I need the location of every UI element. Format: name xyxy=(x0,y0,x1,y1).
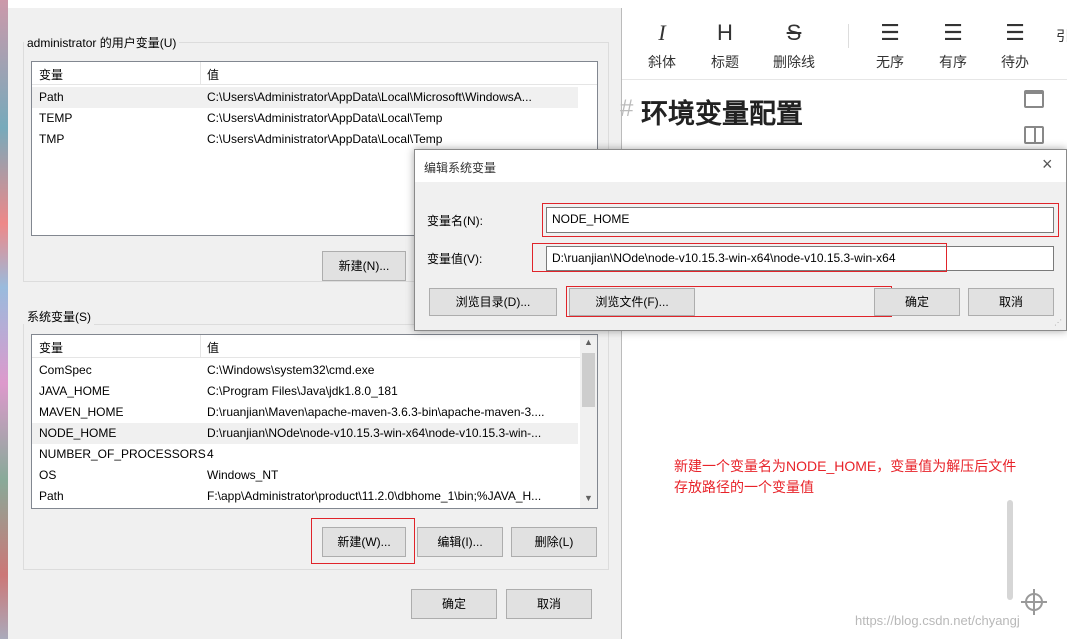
editor-scrollbar[interactable] xyxy=(1007,500,1013,600)
unordered-list-tool[interactable]: ☰ 无序 xyxy=(870,20,910,72)
var-name: JAVA_HOME xyxy=(39,384,110,398)
split-view-icon-divider xyxy=(1034,128,1036,142)
var-name: Path xyxy=(39,90,64,104)
var-name: MAVEN_HOME xyxy=(39,405,124,419)
strikethrough-icon: S xyxy=(786,20,802,45)
ok-button[interactable]: 确定 xyxy=(874,288,960,316)
list-header: 变量 值 xyxy=(32,335,597,358)
var-value: Windows_NT xyxy=(207,468,279,482)
system-delete-button[interactable]: 删除(L) xyxy=(511,527,597,557)
table-row[interactable]: NUMBER_OF_PROCESSORS 4 xyxy=(32,444,597,465)
dialog-top-edge xyxy=(8,0,622,8)
table-row-selected[interactable]: NODE_HOME D:\ruanjian\NOde\node-v10.15.3… xyxy=(32,423,578,444)
var-name: NUMBER_OF_PROCESSORS xyxy=(39,447,206,461)
toolbar-divider xyxy=(848,24,849,48)
heading-marker: # xyxy=(620,95,634,122)
italic-icon: I xyxy=(658,20,666,45)
ordered-list-icon: ☰ xyxy=(943,20,963,45)
var-value: C:\Windows\system32\cmd.exe xyxy=(207,363,375,377)
system-variables-group-title: 系统变量(S) xyxy=(24,308,94,325)
dialog-title: 编辑系统变量 xyxy=(424,161,497,175)
scrollbar-thumb[interactable] xyxy=(582,353,595,407)
variable-value-label: 变量值(V): xyxy=(427,252,483,266)
user-variables-group-title: administrator 的用户变量(U) xyxy=(24,34,180,51)
resize-grip-icon[interactable]: ⋰ xyxy=(1054,318,1064,328)
strikethrough-label: 删除线 xyxy=(773,54,815,70)
quote-tool[interactable]: 引 xyxy=(1056,20,1067,46)
italic-tool[interactable]: I 斜体 xyxy=(642,20,682,72)
system-edit-button[interactable]: 编辑(I)... xyxy=(417,527,503,557)
column-header-value[interactable]: 值 xyxy=(207,66,219,83)
variable-name-input[interactable]: NODE_HOME xyxy=(546,207,1054,233)
annotation-line-2: 存放路径的一个变量值 xyxy=(674,479,814,495)
unordered-list-icon: ☰ xyxy=(880,20,900,45)
system-new-button[interactable]: 新建(W)... xyxy=(322,527,406,557)
cancel-button[interactable]: 取消 xyxy=(968,288,1054,316)
var-value: D:\ruanjian\NOde\node-v10.15.3-win-x64\n… xyxy=(207,426,542,440)
var-value: C:\Program Files\Java\jdk1.8.0_181 xyxy=(207,384,398,398)
var-value: D:\ruanjian\Maven\apache-maven-3.6.3-bin… xyxy=(207,405,545,419)
heading-label: 标题 xyxy=(711,54,739,70)
var-name: Path xyxy=(39,489,64,503)
var-name: ComSpec xyxy=(39,363,92,377)
browse-file-button[interactable]: 浏览文件(F)... xyxy=(569,288,695,316)
close-icon[interactable]: × xyxy=(1042,154,1053,175)
crosshair-icon[interactable] xyxy=(1021,589,1047,615)
table-row[interactable]: OS Windows_NT xyxy=(32,465,597,486)
var-value: C:\Users\Administrator\AppData\Local\Mic… xyxy=(207,90,532,104)
panel-layout-icon[interactable] xyxy=(1024,90,1044,108)
cancel-button[interactable]: 取消 xyxy=(506,589,592,619)
column-separator xyxy=(200,335,201,357)
ordered-list-label: 有序 xyxy=(939,54,967,70)
var-value: F:\app\Administrator\product\11.2.0\dbho… xyxy=(207,489,542,503)
dialog-titlebar: 编辑系统变量 × xyxy=(415,150,1066,182)
table-row[interactable]: Path C:\Users\Administrator\AppData\Loca… xyxy=(32,87,578,108)
crosshair-icon-hline xyxy=(1021,601,1047,603)
table-row[interactable]: TMP C:\Users\Administrator\AppData\Local… xyxy=(32,129,597,150)
todo-list-icon: ☰ xyxy=(1005,20,1025,45)
var-name: TMP xyxy=(39,132,65,146)
ok-button[interactable]: 确定 xyxy=(411,589,497,619)
unordered-list-label: 无序 xyxy=(876,54,904,70)
highlight-box-value xyxy=(532,243,947,272)
column-header-value[interactable]: 值 xyxy=(207,339,219,356)
strikethrough-tool[interactable]: S 删除线 xyxy=(768,20,820,72)
list-header: 变量 值 xyxy=(32,62,597,85)
heading-tool[interactable]: H 标题 xyxy=(705,20,745,72)
var-name: OS xyxy=(39,468,57,482)
var-name: NODE_HOME xyxy=(39,426,117,440)
heading-icon: H xyxy=(717,20,733,45)
var-name: TEMP xyxy=(39,111,73,125)
split-view-icon[interactable] xyxy=(1024,126,1044,144)
todo-list-label: 待办 xyxy=(1001,54,1029,70)
table-row[interactable]: TEMP C:\Users\Administrator\AppData\Loca… xyxy=(32,108,597,129)
table-row[interactable]: Path F:\app\Administrator\product\11.2.0… xyxy=(32,486,597,507)
desktop-background-strip xyxy=(0,0,8,639)
column-separator xyxy=(200,62,201,84)
annotation-line-1: 新建一个变量名为NODE_HOME，变量值为解压后文件 xyxy=(674,458,1017,474)
italic-label: 斜体 xyxy=(648,54,676,70)
scroll-down-icon[interactable]: ▼ xyxy=(580,493,597,503)
document-heading[interactable]: 环境变量配置 xyxy=(641,92,803,131)
user-new-button[interactable]: 新建(N)... xyxy=(322,251,406,281)
system-variables-list[interactable]: 变量 值 ComSpec C:\Windows\system32\cmd.exe… xyxy=(31,334,598,509)
todo-list-tool[interactable]: ☰ 待办 xyxy=(995,20,1035,72)
edit-system-variable-dialog: 编辑系统变量 × 变量名(N): NODE_HOME 变量值(V): D:\ru… xyxy=(414,149,1067,331)
column-header-variable[interactable]: 变量 xyxy=(39,339,63,356)
ordered-list-tool[interactable]: ☰ 有序 xyxy=(933,20,973,72)
var-value: 4 xyxy=(207,447,214,461)
table-row[interactable]: MAVEN_HOME D:\ruanjian\Maven\apache-mave… xyxy=(32,402,597,423)
var-value: C:\Users\Administrator\AppData\Local\Tem… xyxy=(207,111,443,125)
quote-label: 引 xyxy=(1056,28,1067,44)
scroll-up-icon[interactable]: ▲ xyxy=(580,337,597,347)
var-value: C:\Users\Administrator\AppData\Local\Tem… xyxy=(207,132,443,146)
variable-name-label: 变量名(N): xyxy=(427,214,483,228)
system-list-scrollbar[interactable]: ▲ ▼ xyxy=(580,335,597,508)
table-row[interactable]: ComSpec C:\Windows\system32\cmd.exe xyxy=(32,360,597,381)
table-row[interactable]: JAVA_HOME C:\Program Files\Java\jdk1.8.0… xyxy=(32,381,597,402)
watermark: https://blog.csdn.net/chyangj xyxy=(855,613,1020,628)
browse-directory-button[interactable]: 浏览目录(D)... xyxy=(429,288,557,316)
column-header-variable[interactable]: 变量 xyxy=(39,66,63,83)
